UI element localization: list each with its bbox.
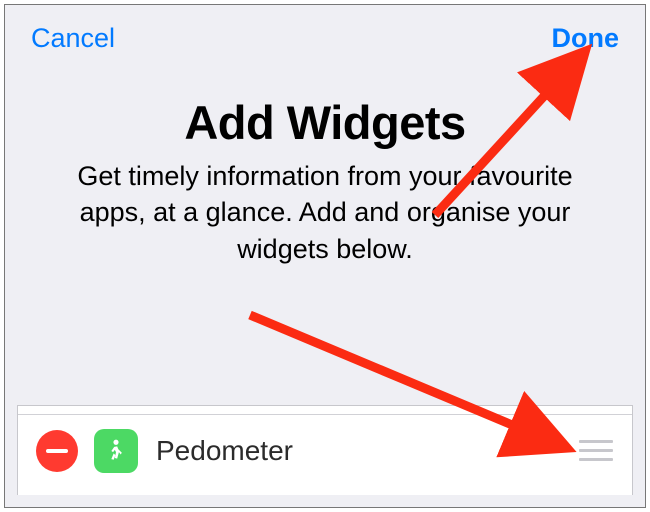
- screen: Cancel Done Add Widgets Get timely infor…: [4, 4, 646, 508]
- list-item-label: Pedometer: [156, 435, 574, 467]
- navbar: Cancel Done: [5, 5, 645, 65]
- cancel-button[interactable]: Cancel: [31, 23, 115, 54]
- page-title: Add Widgets: [53, 95, 597, 150]
- list-item: Pedometer: [18, 414, 632, 486]
- drag-handle-icon[interactable]: [574, 429, 618, 473]
- walker-icon: [94, 429, 138, 473]
- header: Add Widgets Get timely information from …: [5, 65, 645, 267]
- remove-button[interactable]: [36, 430, 78, 472]
- page-subtitle: Get timely information from your favouri…: [53, 158, 597, 267]
- widget-list: Pedometer: [17, 405, 633, 495]
- done-button[interactable]: Done: [552, 23, 620, 54]
